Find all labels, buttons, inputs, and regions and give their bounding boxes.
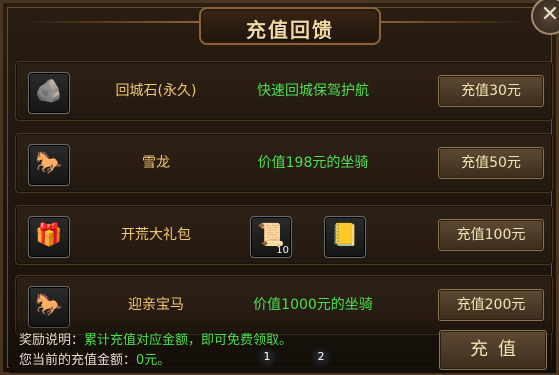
recharge-button[interactable]: 充值 (439, 330, 547, 370)
page-button-2[interactable]: 2 (311, 347, 331, 367)
title-ornament-left (23, 21, 199, 23)
item-quantity: 10 (276, 245, 289, 256)
reward-item-slot[interactable]: 🪨 (28, 72, 70, 114)
reward-explanation: 奖励说明：累计充值对应金额，即可免费领取。 (19, 329, 292, 348)
reward-name: 开荒大礼包 (121, 227, 191, 243)
gold-book-icon: 📒 (331, 223, 359, 248)
reward-item-slot[interactable]: 🐎 (28, 144, 70, 186)
stone-icon: 🪨 (35, 79, 63, 104)
current-amount-value: 0元。 (136, 353, 171, 368)
recharge-100-button[interactable]: 充值100元 (438, 219, 544, 251)
recharge-200-button[interactable]: 充值200元 (438, 289, 544, 321)
reward-row: 🎁 开荒大礼包 📜 10 📒 充值100元 (15, 205, 553, 265)
reward-name: 雪龙 (142, 155, 170, 171)
reward-row: 🐎 雪龙 价值198元的坐骑 充值50元 (15, 133, 553, 193)
current-amount: 您当前的充值金额：0元。 (19, 349, 170, 368)
reward-explanation-label: 奖励说明： (19, 333, 85, 348)
recharge-reward-panel: 充值回馈 ✕ 🪨 回城石(永久) 快速回城保驾护航 充值30元 🐎 雪龙 价值1… (0, 0, 559, 375)
reward-explanation-text: 累计充值对应金额，即可免费领取。 (84, 333, 293, 348)
reward-description: 价值198元的坐骑 (257, 155, 369, 171)
title-ornament-right (377, 21, 527, 23)
reward-row: 🪨 回城石(永久) 快速回城保驾护航 充值30元 (15, 61, 553, 121)
reward-item-slot[interactable]: 🎁 (28, 216, 70, 258)
recharge-50-button[interactable]: 充值50元 (438, 147, 544, 179)
reward-name: 回城石(永久) (115, 83, 197, 99)
horse-icon: 🐎 (35, 293, 63, 318)
title-plate: 充值回馈 (199, 7, 381, 45)
reward-description: 快速回城保驾护航 (257, 83, 369, 99)
gift-box-icon: 🎁 (35, 223, 63, 248)
close-icon: ✕ (540, 2, 559, 27)
reward-item-slot[interactable]: 📜 10 (250, 216, 292, 258)
recharge-30-button[interactable]: 充值30元 (438, 75, 544, 107)
page-button-1[interactable]: 1 (257, 347, 277, 367)
panel-title: 充值回馈 (246, 18, 334, 42)
reward-item-slot[interactable]: 📒 (324, 216, 366, 258)
reward-name: 迎亲宝马 (128, 297, 184, 313)
close-button[interactable]: ✕ (531, 0, 559, 35)
horse-icon: 🐎 (35, 151, 63, 176)
current-amount-label: 您当前的充值金额： (19, 353, 137, 368)
reward-description: 价值1000元的坐骑 (253, 297, 373, 313)
